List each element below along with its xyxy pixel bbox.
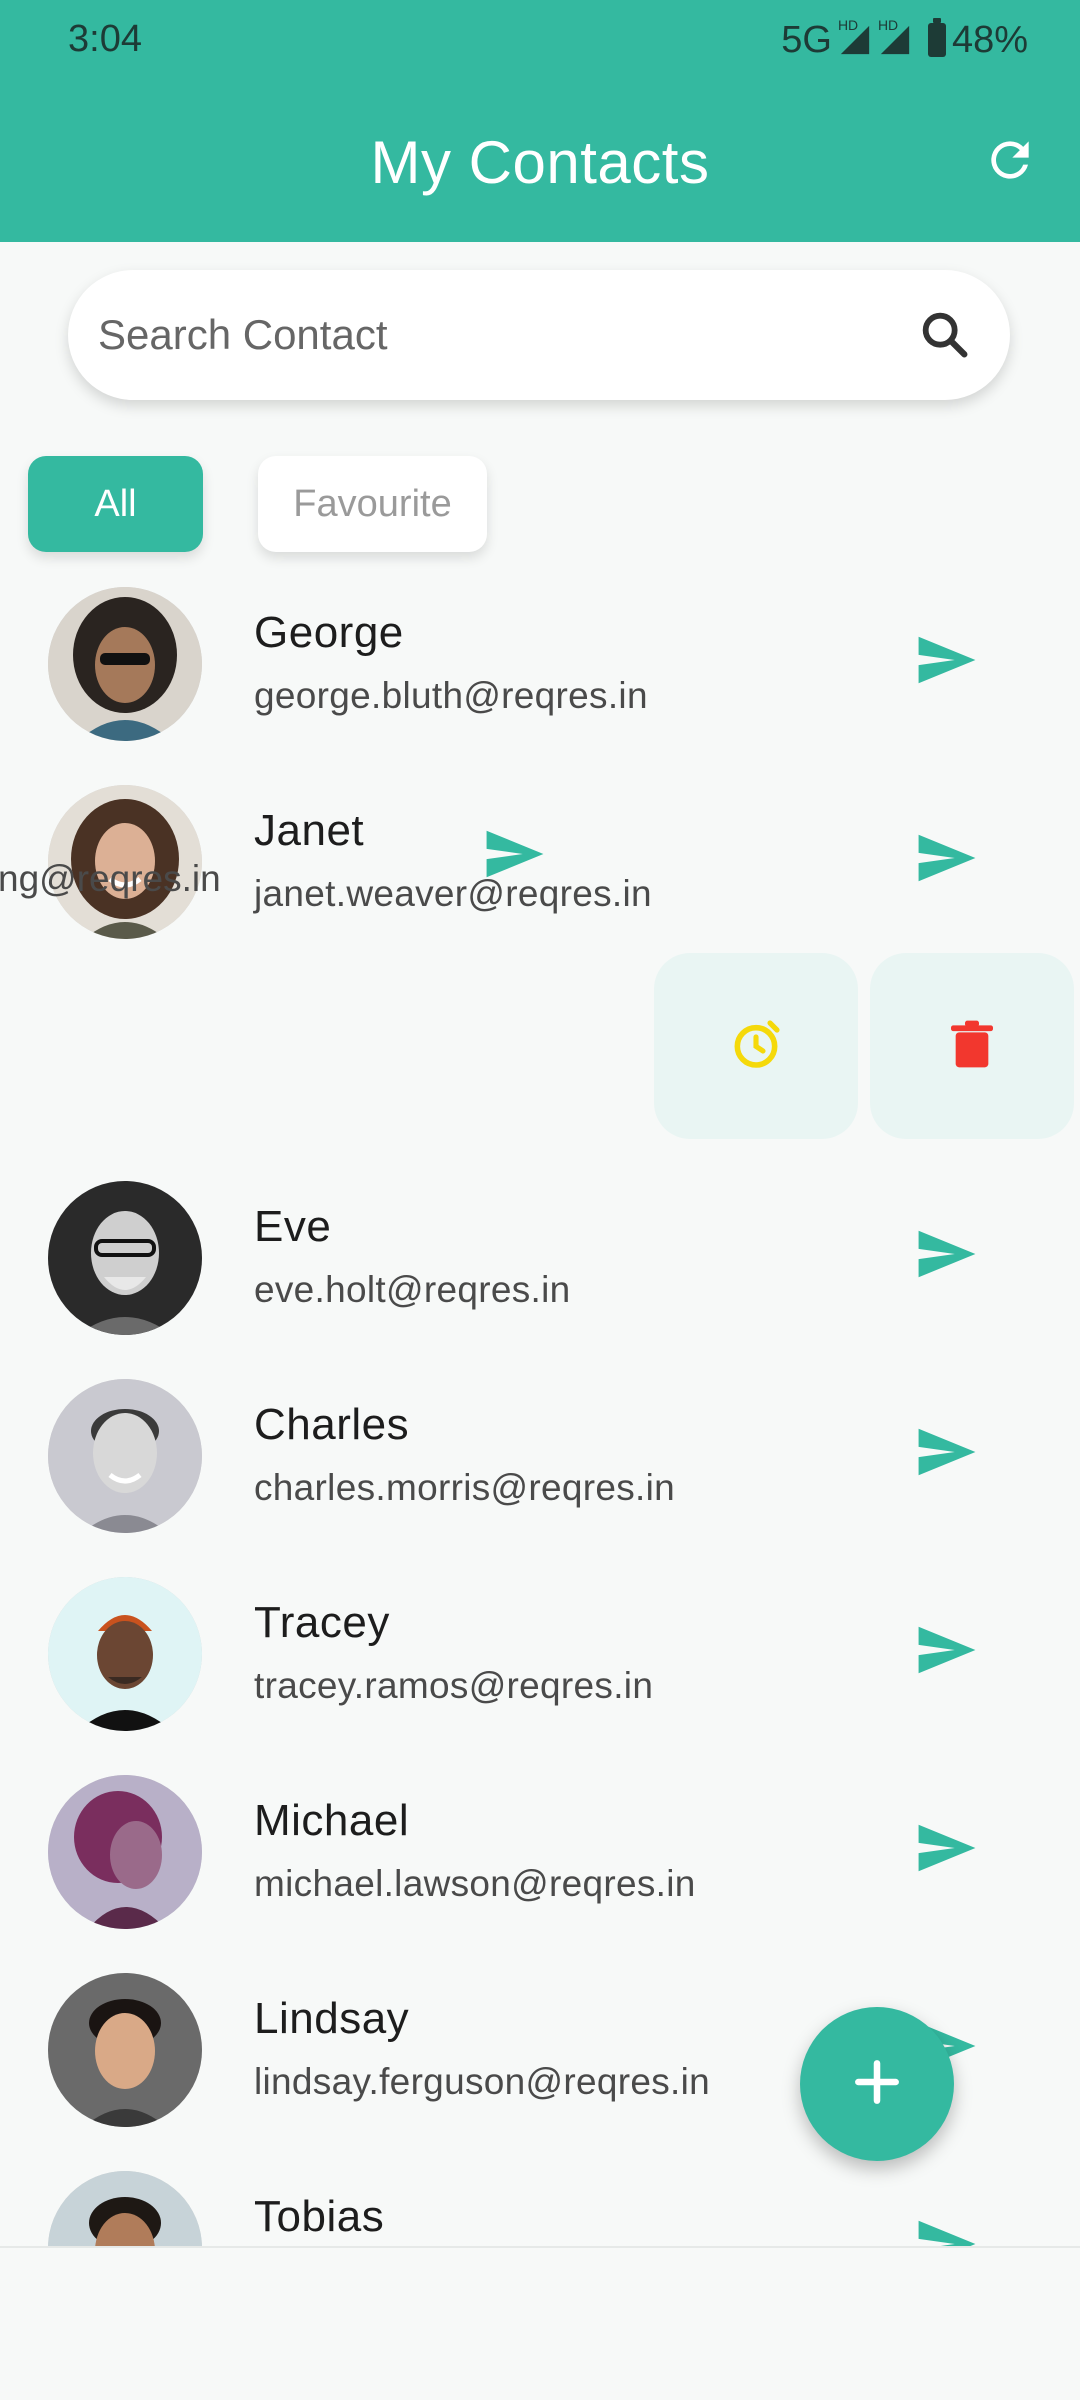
- search-icon[interactable]: [916, 306, 974, 364]
- contact-row[interactable]: Eve eve.holt@reqres.in: [0, 1166, 1080, 1364]
- contact-row[interactable]: Tracey tracey.ramos@reqres.in: [0, 1562, 1080, 1760]
- send-icon[interactable]: [916, 1426, 978, 1478]
- send-icon[interactable]: [916, 1822, 978, 1874]
- app-header: 3:04 5G HD HD 48% My Contacts: [0, 0, 1080, 242]
- contact-email: michael.lawson@reqres.in: [254, 1863, 696, 1904]
- avatar: [48, 2171, 202, 2246]
- avatar: [48, 1775, 202, 1929]
- plus-icon: [849, 2054, 905, 2115]
- send-icon[interactable]: [916, 832, 978, 884]
- contact-list[interactable]: George george.bluth@reqres.in Janet jane…: [0, 560, 1080, 2246]
- avatar: [48, 1577, 202, 1731]
- snooze-button[interactable]: [654, 953, 858, 1139]
- trash-icon: [944, 1016, 1000, 1077]
- battery-level: 48%: [951, 18, 1028, 61]
- status-time: 3:04: [68, 18, 142, 60]
- delete-button[interactable]: [870, 953, 1074, 1139]
- signal-icon: HD: [838, 17, 872, 57]
- send-icon[interactable]: [916, 1228, 978, 1280]
- avatar: [48, 1181, 202, 1335]
- filter-all-chip[interactable]: All: [28, 456, 203, 552]
- contact-email: tracey.ramos@reqres.in: [254, 1665, 654, 1706]
- bottom-bar: [0, 2246, 1080, 2400]
- battery-icon: [927, 18, 946, 57]
- search-input[interactable]: [98, 311, 916, 359]
- contact-name: George: [254, 608, 404, 657]
- send-icon[interactable]: [916, 1624, 978, 1676]
- send-icon[interactable]: [916, 634, 978, 686]
- network-label: 5G: [781, 18, 832, 61]
- contact-name: Tracey: [254, 1598, 390, 1647]
- contacts-screen: 3:04 5G HD HD 48% My Contacts Search Con…: [0, 0, 1080, 2400]
- filter-favourite-chip[interactable]: Favourite: [258, 456, 487, 552]
- avatar: [48, 1379, 202, 1533]
- contact-row[interactable]: Michael michael.lawson@reqres.in: [0, 1760, 1080, 1958]
- refresh-icon[interactable]: [982, 132, 1038, 188]
- contact-email: eve.holt@reqres.in: [254, 1269, 571, 1310]
- contact-email: janet.weaver@reqres.in: [254, 873, 652, 914]
- contact-name: Eve: [254, 1202, 332, 1251]
- contact-row[interactable]: Charles charles.morris@reqres.in: [0, 1364, 1080, 1562]
- contact-row[interactable]: George george.bluth@reqres.in: [0, 572, 1080, 770]
- contact-name: Charles: [254, 1400, 410, 1449]
- avatar: [48, 587, 202, 741]
- search-bar: [68, 270, 1010, 400]
- avatar: [48, 1973, 202, 2127]
- page-title: My Contacts: [370, 129, 710, 196]
- add-contact-button[interactable]: [800, 2007, 954, 2161]
- alarm-icon: [728, 1016, 784, 1077]
- contact-row[interactable]: Tobias: [0, 2156, 1080, 2246]
- contact-name: Tobias: [254, 2192, 385, 2241]
- contact-name: Lindsay: [254, 1994, 410, 2043]
- contact-email: george.bluth@reqres.in: [254, 675, 648, 716]
- contact-email: ng@reqres.in: [0, 858, 221, 899]
- contact-name: Michael: [254, 1796, 410, 1845]
- status-icons: 5G HD HD 48%: [781, 17, 1028, 62]
- contact-name: Janet: [254, 806, 365, 855]
- contact-email: lindsay.ferguson@reqres.in: [254, 2061, 711, 2102]
- send-icon[interactable]: [484, 828, 546, 880]
- send-icon[interactable]: [916, 2218, 978, 2246]
- contact-email: charles.morris@reqres.in: [254, 1467, 676, 1508]
- signal-icon: HD: [878, 17, 912, 57]
